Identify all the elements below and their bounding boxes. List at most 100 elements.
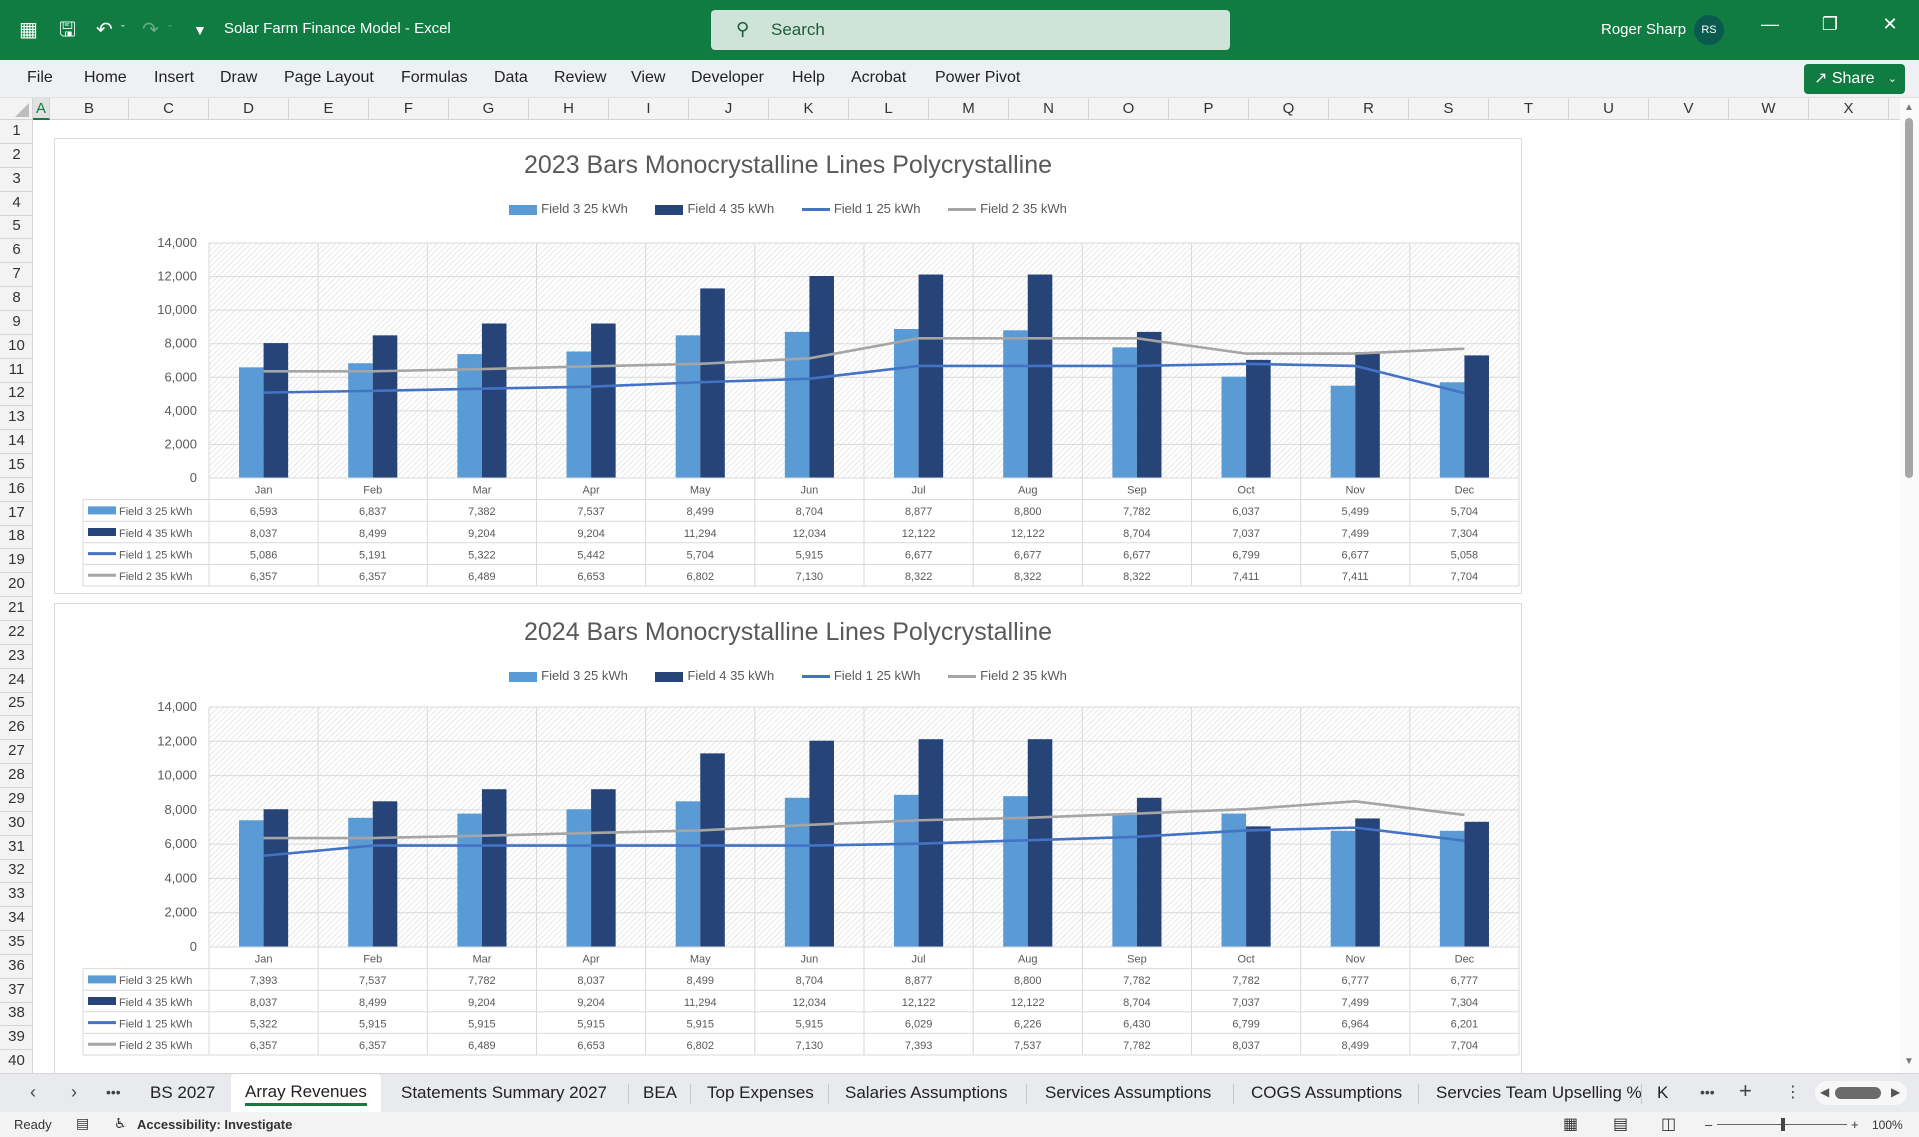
row-header-26[interactable]: 26 [0, 716, 32, 741]
column-header-C[interactable]: C [129, 98, 209, 120]
row-header-2[interactable]: 2 [0, 144, 32, 168]
avatar[interactable]: RS [1694, 15, 1724, 45]
share-button[interactable]: ↗ Share ⌄ [1804, 64, 1905, 94]
row-header-23[interactable]: 23 [0, 645, 32, 669]
column-header-V[interactable]: V [1649, 98, 1729, 120]
scroll-right-icon[interactable]: ▶ [1891, 1085, 1900, 1099]
add-sheet-icon[interactable]: + [1739, 1078, 1752, 1104]
column-header-X[interactable]: X [1809, 98, 1889, 120]
column-header-T[interactable]: T [1489, 98, 1569, 120]
sheet-tab-services-assumptions[interactable]: Services Assumptions [1045, 1083, 1211, 1103]
chevron-down-icon[interactable]: ⌄ [1888, 64, 1897, 94]
tab-power-pivot[interactable]: Power Pivot [935, 69, 1020, 87]
row-header-5[interactable]: 5 [0, 215, 32, 240]
accessibility-status[interactable]: Accessibility: Investigate [137, 1117, 292, 1132]
tab-file[interactable]: File [27, 69, 53, 87]
sheet-tab-top-expenses[interactable]: Top Expenses [707, 1083, 814, 1103]
row-header-7[interactable]: 7 [0, 263, 32, 288]
row-header-1[interactable]: 1 [0, 120, 32, 144]
sheet-tab-salaries-assumptions[interactable]: Salaries Assumptions [845, 1083, 1008, 1103]
column-header-D[interactable]: D [209, 98, 289, 120]
row-header-11[interactable]: 11 [0, 359, 32, 383]
column-header-U[interactable]: U [1569, 98, 1649, 120]
column-header-P[interactable]: P [1169, 98, 1249, 120]
row-header-14[interactable]: 14 [0, 430, 32, 455]
column-header-W[interactable]: W [1729, 98, 1809, 120]
column-header-G[interactable]: G [449, 98, 529, 120]
scroll-left-icon[interactable]: ◀ [1820, 1085, 1829, 1099]
row-header-32[interactable]: 32 [0, 859, 32, 884]
restore-icon[interactable]: ❐ [1810, 14, 1850, 35]
sheet-tab-bea[interactable]: BEA [643, 1083, 677, 1103]
search-box[interactable]: ⚲ [711, 10, 1230, 50]
row-header-18[interactable]: 18 [0, 525, 32, 550]
row-header-9[interactable]: 9 [0, 311, 32, 335]
tab-options-icon[interactable]: ⋮ [1785, 1082, 1801, 1102]
row-header-28[interactable]: 28 [0, 764, 32, 788]
scroll-down-icon[interactable]: ▼ [1904, 1056, 1914, 1067]
select-all-button[interactable] [0, 98, 33, 120]
column-header-E[interactable]: E [289, 98, 369, 120]
column-header-K[interactable]: K [769, 98, 849, 120]
zoom-out-icon[interactable]: – [1705, 1117, 1712, 1132]
accessibility-icon[interactable]: ♿ [114, 1115, 127, 1132]
sheet-tab-cogs-assumptions[interactable]: COGS Assumptions [1251, 1083, 1402, 1103]
sheet-tab-statements-summary-2027[interactable]: Statements Summary 2027 [401, 1083, 607, 1103]
row-header-20[interactable]: 20 [0, 573, 32, 598]
tab-insert[interactable]: Insert [154, 69, 194, 87]
column-header-B[interactable]: B [50, 98, 129, 120]
row-header-37[interactable]: 37 [0, 979, 32, 1003]
tab-developer[interactable]: Developer [691, 69, 764, 87]
page-break-view-icon[interactable]: ◫ [1661, 1114, 1676, 1134]
more-sheets-icon[interactable]: ••• [106, 1084, 121, 1100]
horizontal-scrollbar[interactable]: ◀ ▶ [1815, 1081, 1907, 1105]
scroll-up-icon[interactable]: ▲ [1904, 102, 1914, 113]
row-header-4[interactable]: 4 [0, 192, 32, 216]
tab-data[interactable]: Data [494, 69, 528, 87]
column-header-A[interactable]: A [33, 98, 50, 120]
column-header-S[interactable]: S [1409, 98, 1489, 120]
row-header-3[interactable]: 3 [0, 168, 32, 192]
save-icon[interactable]: 🖫 [59, 18, 76, 42]
row-header-19[interactable]: 19 [0, 549, 32, 574]
user-name[interactable]: Roger Sharp [1601, 21, 1686, 38]
prev-sheet-icon[interactable]: ‹ [30, 1082, 36, 1103]
tab-acrobat[interactable]: Acrobat [851, 69, 906, 87]
column-header-M[interactable]: M [929, 98, 1009, 120]
zoom-slider-knob[interactable] [1781, 1118, 1785, 1131]
sheet-tab-bs-2027[interactable]: BS 2027 [150, 1083, 215, 1103]
tab-draw[interactable]: Draw [220, 69, 257, 87]
row-header-39[interactable]: 39 [0, 1026, 32, 1051]
zoom-in-icon[interactable]: + [1851, 1117, 1859, 1132]
normal-view-icon[interactable]: ▦ [1563, 1114, 1578, 1134]
close-icon[interactable]: ✕ [1870, 14, 1910, 35]
more-sheets-icon[interactable]: ••• [1700, 1084, 1715, 1100]
row-header-13[interactable]: 13 [0, 406, 32, 431]
scroll-thumb[interactable] [1835, 1087, 1881, 1099]
tab-review[interactable]: Review [554, 69, 606, 87]
row-header-6[interactable]: 6 [0, 239, 32, 264]
row-header-27[interactable]: 27 [0, 740, 32, 765]
chart-2024[interactable]: 2024 Bars Monocrystalline Lines Polycrys… [54, 603, 1522, 1073]
page-layout-view-icon[interactable]: ▤ [1613, 1114, 1628, 1134]
row-header-35[interactable]: 35 [0, 931, 32, 955]
vertical-scrollbar[interactable]: ▲ ▼ [1900, 98, 1919, 1073]
row-header-12[interactable]: 12 [0, 382, 32, 407]
column-header-H[interactable]: H [529, 98, 609, 120]
column-header-Q[interactable]: Q [1249, 98, 1329, 120]
row-header-10[interactable]: 10 [0, 335, 32, 359]
row-header-33[interactable]: 33 [0, 883, 32, 908]
undo-icon[interactable]: ↶ [96, 18, 113, 42]
row-header-8[interactable]: 8 [0, 287, 32, 311]
next-sheet-icon[interactable]: › [71, 1082, 77, 1103]
row-header-36[interactable]: 36 [0, 955, 32, 979]
row-header-34[interactable]: 34 [0, 907, 32, 932]
search-input[interactable] [771, 18, 1191, 42]
row-header-15[interactable]: 15 [0, 454, 32, 478]
minimize-icon[interactable]: — [1750, 14, 1790, 35]
tab-home[interactable]: Home [84, 69, 127, 87]
chart-2023[interactable]: 2023 Bars Monocrystalline Lines Polycrys… [54, 138, 1522, 594]
row-header-40[interactable]: 40 [0, 1050, 32, 1073]
tab-formulas[interactable]: Formulas [401, 69, 468, 87]
column-header-N[interactable]: N [1009, 98, 1089, 120]
